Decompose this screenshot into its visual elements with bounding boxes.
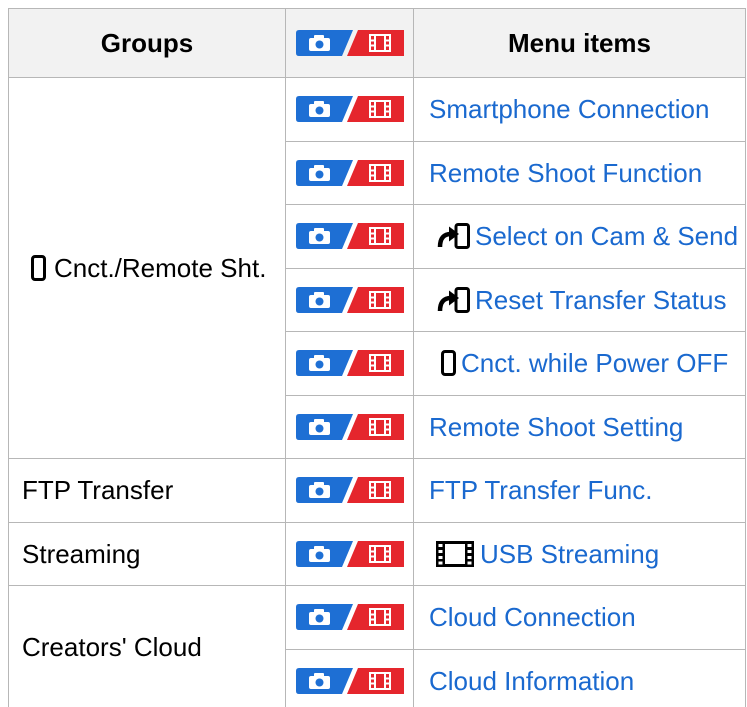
menu-item-cloud-information[interactable]: Cloud Information (429, 666, 634, 696)
transfer-icon (436, 287, 470, 313)
menu-item-cell: Remote Shoot Function (414, 141, 746, 205)
menu-item-cell: Reset Transfer Status (414, 268, 746, 332)
mode-cell (286, 586, 414, 650)
smartphone-icon (441, 350, 456, 376)
menu-item-label: Remote Shoot Setting (429, 411, 684, 442)
group-ftp-transfer: FTP Transfer (8, 459, 286, 523)
photo-movie-mode-icon (296, 96, 404, 122)
mode-cell (286, 332, 414, 396)
group-creators-cloud: Creators' Cloud (8, 586, 286, 707)
photo-movie-mode-icon (296, 287, 404, 313)
photo-movie-mode-icon (296, 668, 404, 694)
menu-item-label: Remote Shoot Function (429, 157, 703, 188)
menu-item-label: FTP Transfer Func. (429, 475, 653, 506)
group-label: Streaming (22, 538, 141, 569)
menu-items-column-header: Menu items (414, 8, 746, 78)
group-label: Cnct./Remote Sht. (54, 253, 267, 283)
transfer-icon (436, 223, 470, 249)
menu-item-cell: Cnct. while Power OFF (414, 332, 746, 396)
menu-item-label: Smartphone Connection (429, 94, 710, 125)
group-streaming: Streaming (8, 522, 286, 586)
menu-item-cell: Cloud Information (414, 649, 746, 707)
mode-cell (286, 649, 414, 707)
group-label: FTP Transfer (22, 475, 174, 506)
mode-cell (286, 78, 414, 142)
menu-list-table: Groups Menu items Cnct./Remote Sht. FTP … (8, 8, 746, 707)
photo-movie-mode-icon (296, 604, 404, 630)
group-label: Creators' Cloud (22, 631, 202, 662)
menu-item-cell: Remote Shoot Setting (414, 395, 746, 459)
menu-item-cell: USB Streaming (414, 522, 746, 586)
group-cnct-remote-sht: Cnct./Remote Sht. (8, 78, 286, 459)
photo-movie-mode-icon (296, 160, 404, 186)
mode-cell (286, 141, 414, 205)
menu-item-cell: FTP Transfer Func. (414, 459, 746, 523)
photo-movie-mode-icon (296, 30, 404, 56)
mode-cell (286, 522, 414, 586)
menu-item-smartphone-connection[interactable]: Smartphone Connection (429, 94, 709, 124)
photo-movie-mode-icon (296, 477, 404, 503)
menu-item-cnct-while-power-off[interactable]: Cnct. while Power OFF (429, 348, 728, 378)
menu-item-label: USB Streaming (480, 538, 660, 569)
groups-column-header: Groups (8, 8, 286, 78)
menu-item-reset-transfer-status[interactable]: Reset Transfer Status (429, 285, 726, 315)
mode-column-header (286, 8, 414, 78)
menu-item-cell: Cloud Connection (414, 586, 746, 650)
mode-cell (286, 205, 414, 269)
photo-movie-mode-icon (296, 414, 404, 440)
menu-item-label: Cloud Information (429, 665, 635, 696)
mode-cell (286, 395, 414, 459)
menu-item-ftp-transfer-func[interactable]: FTP Transfer Func. (429, 475, 652, 505)
mode-cell (286, 459, 414, 523)
menu-item-cell: Select on Cam & Send (414, 205, 746, 269)
menu-item-label: Cnct. while Power OFF (461, 348, 729, 379)
menu-item-remote-shoot-function[interactable]: Remote Shoot Function (429, 158, 702, 188)
mode-cell (286, 268, 414, 332)
menu-item-label: Select on Cam & Send (475, 221, 739, 252)
menu-item-label: Cloud Connection (429, 602, 636, 633)
movie-icon (436, 541, 474, 567)
menu-item-cell: Smartphone Connection (414, 78, 746, 142)
photo-movie-mode-icon (296, 223, 404, 249)
menu-item-usb-streaming[interactable]: USB Streaming (429, 539, 659, 569)
photo-movie-mode-icon (296, 541, 404, 567)
menu-item-remote-shoot-setting[interactable]: Remote Shoot Setting (429, 412, 683, 442)
photo-movie-mode-icon (296, 350, 404, 376)
menu-item-select-on-cam-send[interactable]: Select on Cam & Send (429, 221, 738, 251)
menu-item-cloud-connection[interactable]: Cloud Connection (429, 602, 636, 632)
smartphone-icon (31, 255, 46, 281)
menu-item-label: Reset Transfer Status (475, 284, 727, 315)
